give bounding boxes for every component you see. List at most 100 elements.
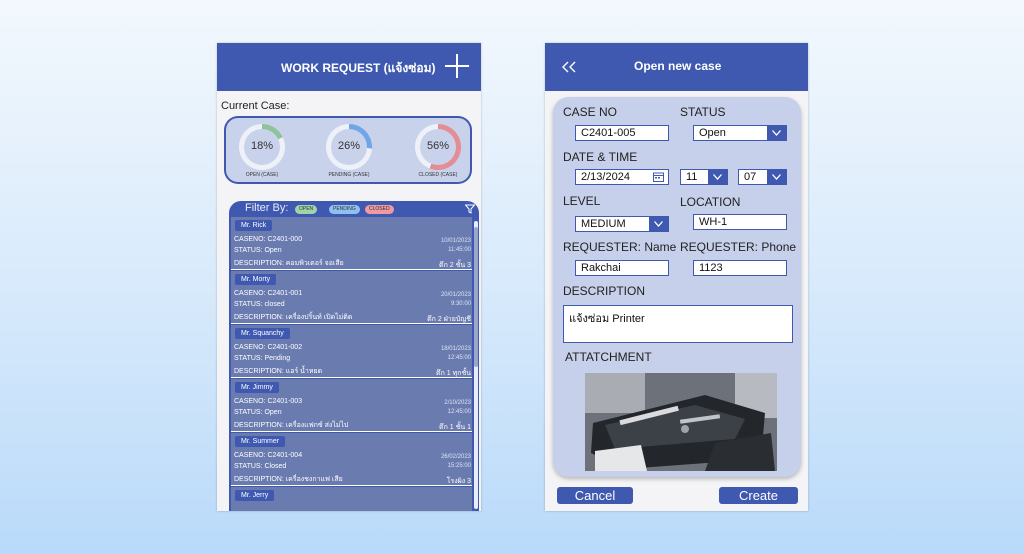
chevron-down-icon[interactable]: [649, 217, 668, 231]
case-location: โรงผิง 3: [446, 478, 471, 485]
closed-donut-chart: 56%: [415, 124, 461, 170]
filter-chip-pending[interactable]: PENDING: [329, 205, 360, 214]
requester-name: Mr. Jimmy: [235, 382, 279, 393]
requester-phone-field[interactable]: 1123: [693, 260, 787, 276]
requester-name: Mr. Rick: [235, 220, 273, 231]
case-list: Mr. Rick CASENO: C2401-000 STATUS: Open …: [231, 217, 472, 511]
stat-closed: 56% CLOSED (CASE): [408, 124, 468, 178]
case-location: ตึก 2 ฝ่ายบัญชี: [427, 316, 471, 323]
add-case-button[interactable]: [445, 54, 469, 78]
case-date: 18/01/2023: [440, 346, 471, 352]
case-card[interactable]: Mr. Jimmy CASENO: C2401-003 STATUS: Open…: [231, 379, 472, 432]
case-location: ตึก 1 ทุกชั้น: [436, 370, 471, 377]
case-card[interactable]: Mr. Jerry: [231, 487, 472, 511]
new-case-form: CASE NO STATUS C2401-005 Open DATE & TIM…: [553, 97, 801, 477]
chevron-down-icon[interactable]: [767, 170, 786, 184]
requester-phone-label: REQUESTER: Phone: [680, 240, 797, 254]
description-label: DESCRIPTION: [563, 284, 646, 298]
stat-caption: OPEN (CASE): [245, 172, 279, 178]
case-time: 12:45:00: [447, 355, 471, 361]
description-field[interactable]: แจ้งซ่อม Printer: [563, 305, 793, 343]
case-no-label: CASE NO: [563, 105, 618, 119]
double-chevron-left-icon[interactable]: [561, 61, 577, 73]
level-label: LEVEL: [563, 194, 601, 208]
case-card[interactable]: Mr. Rick CASENO: C2401-000 STATUS: Open …: [231, 217, 472, 270]
requester-name-label: REQUESTER: Name: [563, 240, 677, 254]
case-number: CASENO: C2401-002: [234, 344, 303, 351]
date-picker[interactable]: 2/13/2024: [575, 169, 669, 185]
chevron-down-icon[interactable]: [708, 170, 727, 184]
chevron-down-icon[interactable]: [767, 126, 786, 140]
requester-name: Mr. Morty: [235, 274, 277, 285]
open-donut-chart: 18%: [239, 124, 285, 170]
filter-icon[interactable]: [465, 204, 475, 214]
case-status: STATUS: Pending: [234, 355, 291, 362]
create-button[interactable]: Create: [719, 487, 798, 504]
case-date: 10/01/2023: [440, 238, 471, 244]
case-description: DESCRIPTION: แอร์ น้ำหยด: [234, 368, 323, 375]
case-number: CASENO: C2401-004: [234, 452, 303, 459]
filter-chip-open[interactable]: OPEN: [295, 205, 318, 214]
case-status: STATUS: closed: [234, 301, 285, 308]
scroll-thumb[interactable]: [474, 227, 478, 367]
cancel-button[interactable]: Cancel: [557, 487, 633, 504]
hour-value: 11: [686, 171, 698, 183]
list-scrollbar[interactable]: [474, 221, 478, 509]
open-new-case-screen: Open new case CASE NO STATUS C2401-005 O…: [545, 43, 808, 511]
case-time: 9:30:00: [450, 301, 471, 307]
case-number: CASENO: C2401-000: [234, 236, 303, 243]
case-stats-panel: 18% OPEN (CASE) 26% PENDING (CASE) 56% C…: [224, 116, 472, 184]
stat-open: 18% OPEN (CASE): [232, 124, 292, 178]
case-time: 11:45:00: [448, 247, 471, 253]
filter-label: Filter By:: [245, 202, 289, 214]
status-dropdown[interactable]: Open: [693, 125, 787, 141]
case-description: DESCRIPTION: คอมพิวเตอร์ จอเสีย: [234, 260, 344, 267]
work-request-screen: WORK REQUEST (แจ้งซ่อม) Current Case: 18…: [217, 43, 481, 511]
level-dropdown[interactable]: MEDIUM: [575, 216, 669, 232]
header-bar: WORK REQUEST (แจ้งซ่อม): [217, 43, 481, 91]
case-list-panel: Filter By: OPEN PENDING CLOSED Mr. Rick …: [229, 201, 479, 511]
case-number: CASENO: C2401-001: [234, 290, 303, 297]
case-status: STATUS: Open: [234, 247, 282, 254]
requester-name: Mr. Summer: [235, 436, 286, 447]
minute-dropdown[interactable]: 07: [738, 169, 787, 185]
attachment-label: ATTATCHMENT: [565, 350, 652, 364]
hour-dropdown[interactable]: 11: [680, 169, 728, 185]
page-title: WORK REQUEST (แจ้งซ่อม): [281, 61, 436, 75]
case-description: DESCRIPTION: เครื่องชงกาแฟ เสีย: [234, 476, 343, 483]
case-date: 2/10/2023: [444, 400, 471, 406]
case-number: CASENO: C2401-003: [234, 398, 303, 405]
header-bar: Open new case: [545, 43, 808, 91]
case-card[interactable]: Mr. Morty CASENO: C2401-001 STATUS: clos…: [231, 271, 472, 324]
page-title: Open new case: [634, 59, 722, 73]
case-date: 20/01/2023: [440, 292, 471, 298]
case-card[interactable]: Mr. Summer CASENO: C2401-004 STATUS: Clo…: [231, 433, 472, 486]
case-location: ตึก 2 ชั้น 3: [439, 262, 471, 269]
filter-chip-closed[interactable]: CLOSED: [365, 205, 394, 214]
stat-caption: CLOSED (CASE): [418, 172, 458, 178]
location-field[interactable]: WH-1: [693, 214, 787, 230]
case-time: 15:25:00: [447, 463, 471, 469]
calendar-icon[interactable]: [653, 172, 664, 182]
status-label: STATUS: [680, 105, 726, 119]
date-value: 2/13/2024: [581, 171, 630, 183]
stat-pending: 26% PENDING (CASE): [319, 124, 379, 178]
requester-name-field[interactable]: Rakchai: [575, 260, 669, 276]
case-card[interactable]: Mr. Squanchy CASENO: C2401-002 STATUS: P…: [231, 325, 472, 378]
case-date: 26/02/2023: [440, 454, 471, 460]
level-value: MEDIUM: [581, 218, 626, 230]
attachment-image[interactable]: [585, 373, 777, 471]
case-location: ตึก 1 ชั้น 1: [439, 424, 471, 431]
pending-donut-chart: 26%: [326, 124, 372, 170]
current-case-label: Current Case:: [221, 100, 290, 112]
requester-name: Mr. Jerry: [235, 490, 275, 501]
case-status: STATUS: Open: [234, 409, 282, 416]
requester-name: Mr. Squanchy: [235, 328, 290, 339]
status-value: Open: [699, 127, 726, 139]
case-no-field[interactable]: C2401-005: [575, 125, 669, 141]
filter-bar: Filter By: OPEN PENDING CLOSED: [229, 201, 479, 217]
minute-value: 07: [744, 171, 757, 183]
location-label: LOCATION: [680, 195, 741, 209]
case-description: DESCRIPTION: เครื่องแฟกซ์ ส่งไม่ไป: [234, 422, 349, 429]
case-time: 12:45:00: [447, 409, 471, 415]
